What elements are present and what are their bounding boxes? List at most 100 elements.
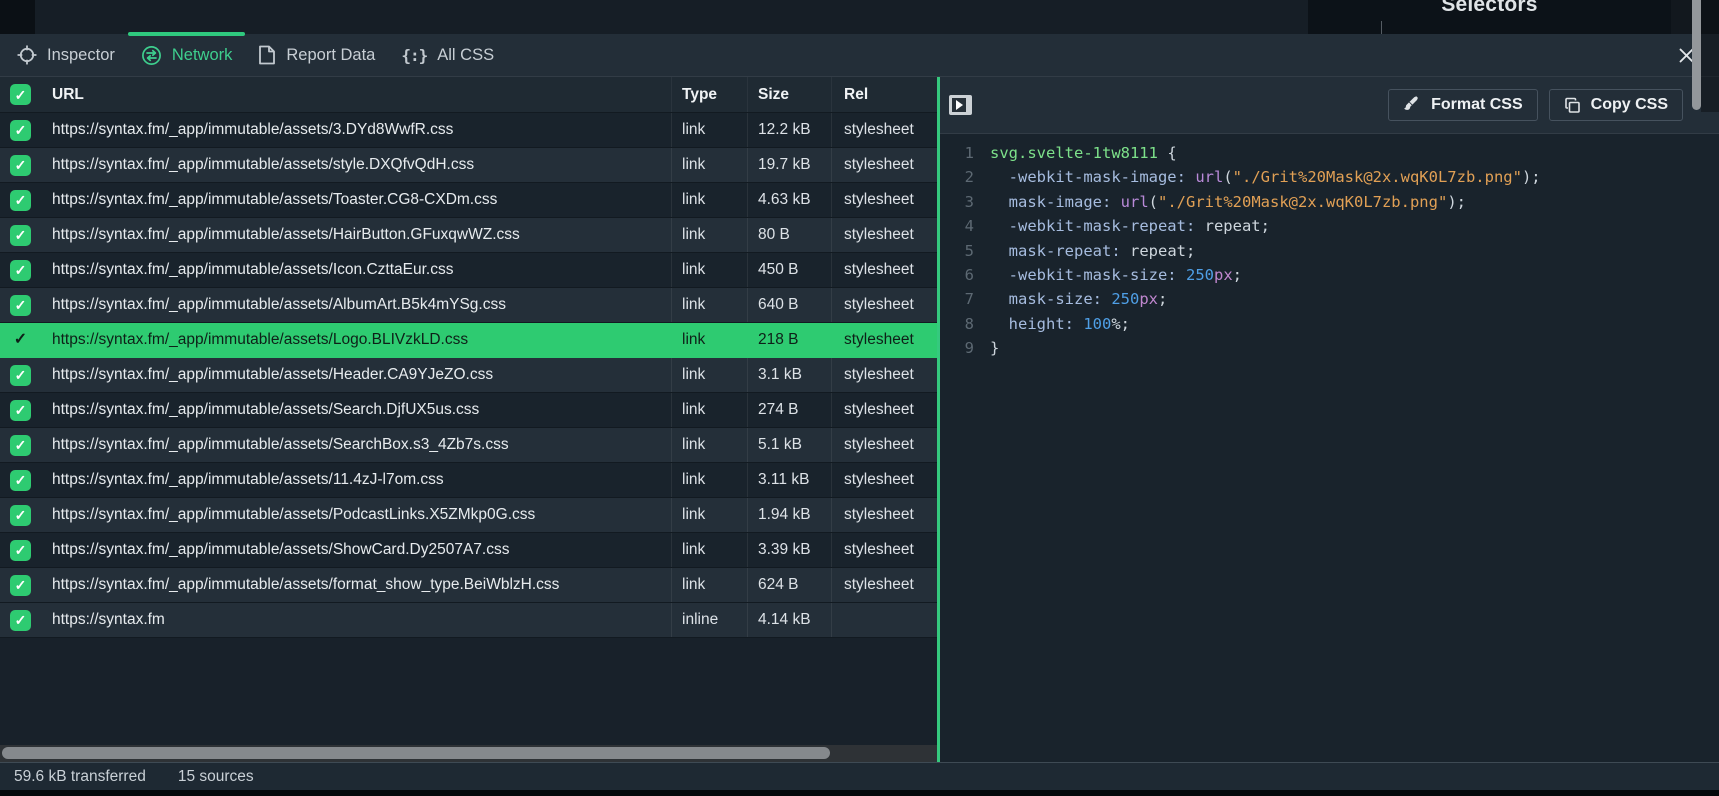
table-row[interactable]: ✓https://syntax.fm/_app/immutable/assets… bbox=[0, 568, 937, 603]
table-row[interactable]: ✓https://syntax.fm/_app/immutable/assets… bbox=[0, 393, 937, 428]
expand-panel-icon bbox=[952, 98, 966, 112]
tab-inspector[interactable]: Inspector bbox=[4, 34, 128, 76]
row-size: 218 B bbox=[747, 323, 831, 357]
row-rel: stylesheet bbox=[831, 498, 937, 532]
tab-all-css[interactable]: {:} All CSS bbox=[388, 34, 507, 76]
table-row[interactable]: ✓ https://syntax.fm/_app/immutable/assets… bbox=[0, 463, 937, 498]
row-checkbox-cell: ✓ bbox=[0, 365, 41, 386]
table-row[interactable]: ✓ https://syntax.fm/_app/immutable/assets… bbox=[0, 358, 937, 393]
vertical-scrollbar-thumb[interactable] bbox=[1692, 0, 1701, 110]
paintbrush-icon bbox=[1403, 96, 1421, 114]
line-number: 6 bbox=[948, 263, 974, 287]
code-line: 3 mask-image: url("./Grit%20Mask@2x.wqK0… bbox=[948, 190, 1719, 214]
row-checkbox[interactable]: ✓ bbox=[10, 330, 31, 351]
row-url: https://syntax.fm/_app/immutable/assets/… bbox=[41, 156, 671, 174]
row-rel: stylesheet bbox=[831, 323, 937, 357]
row-checkbox[interactable]: ✓ bbox=[10, 610, 31, 631]
row-url: https://syntax.fm/_app/immutable/assets/… bbox=[41, 471, 671, 489]
table-row[interactable]: ✓ https://syntax.fm/_app/immutable/assets… bbox=[0, 148, 937, 183]
css-viewer-toolbar: Format CSS Copy CSS bbox=[940, 77, 1719, 134]
table-row[interactable]: ✓https://syntax.fm/_app/immutable/assets… bbox=[0, 533, 937, 568]
line-number: 1 bbox=[948, 141, 974, 165]
row-type: link bbox=[671, 393, 747, 427]
row-checkbox-cell: ✓ bbox=[0, 225, 41, 246]
row-checkbox-cell: ✓ bbox=[0, 470, 41, 491]
table-row[interactable]: ✓https://syntax.fm/_app/immutable/assets… bbox=[0, 113, 937, 148]
network-icon bbox=[141, 45, 162, 66]
row-type: link bbox=[671, 533, 747, 567]
table-row[interactable]: ✓https://syntax.fm/_app/immutable/assets… bbox=[0, 253, 937, 288]
row-url: https://syntax.fm/_app/immutable/assets/… bbox=[41, 366, 671, 384]
row-type: link bbox=[671, 358, 747, 392]
table-row[interactable]: ✓https://syntax.fm/_app/immutable/assets… bbox=[0, 183, 937, 218]
table-row[interactable]: ✓ https://syntax.fm/_app/immutable/assets… bbox=[0, 288, 937, 323]
row-checkbox[interactable]: ✓ bbox=[10, 505, 31, 526]
table-row[interactable]: ✓https://syntax.fm/_app/immutable/assets… bbox=[0, 218, 937, 253]
devtools-panel: Inspector Network bbox=[0, 34, 1719, 790]
row-size: 3.11 kB bbox=[747, 463, 831, 497]
check-icon: ✓ bbox=[15, 158, 27, 172]
table-empty-area bbox=[0, 638, 937, 745]
code-line: 7 mask-size: 250px; bbox=[948, 287, 1719, 311]
code-line: 9} bbox=[948, 336, 1719, 360]
copy-css-button[interactable]: Copy CSS bbox=[1549, 89, 1683, 121]
row-url: https://syntax.fm/_app/immutable/assets/… bbox=[41, 296, 671, 314]
row-checkbox[interactable]: ✓ bbox=[10, 155, 31, 176]
table-row[interactable]: ✓https://syntax.fm/_app/immutable/assets… bbox=[0, 428, 937, 463]
row-size: 4.63 kB bbox=[747, 183, 831, 217]
row-rel: stylesheet bbox=[831, 533, 937, 567]
row-rel: stylesheet bbox=[831, 218, 937, 252]
header-checkbox[interactable]: ✓ bbox=[10, 84, 31, 105]
network-table-panel: ✓ URL Type Size Rel ✓https://syntax.fm/_… bbox=[0, 77, 937, 762]
row-checkbox[interactable]: ✓ bbox=[10, 435, 31, 456]
css-source-view: 1svg.svelte-1tw8111 {2 -webkit-mask-imag… bbox=[940, 134, 1719, 762]
row-size: 624 B bbox=[747, 568, 831, 602]
table-row[interactable]: ✓https://syntax.fm/_app/immutable/assets… bbox=[0, 498, 937, 533]
table-body: ✓ https://syntax.fm/_app/immutable/assets… bbox=[0, 113, 937, 638]
row-checkbox[interactable]: ✓ bbox=[10, 260, 31, 281]
row-checkbox[interactable]: ✓ bbox=[10, 400, 31, 421]
code-text: -webkit-mask-image: url("./Grit%20Mask@2… bbox=[990, 165, 1541, 189]
code-text: mask-repeat: repeat; bbox=[990, 239, 1195, 263]
copy-css-label: Copy CSS bbox=[1591, 96, 1668, 114]
row-size: 12.2 kB bbox=[747, 113, 831, 147]
code-text: mask-size: 250px; bbox=[990, 287, 1167, 311]
row-size: 274 B bbox=[747, 393, 831, 427]
transferred-total: 59.6 kB transferred bbox=[14, 768, 146, 786]
line-number: 4 bbox=[948, 214, 974, 238]
check-icon: ✓ bbox=[15, 193, 27, 207]
row-checkbox[interactable]: ✓ bbox=[10, 575, 31, 596]
page-left-dark-region bbox=[0, 0, 35, 34]
row-rel: stylesheet bbox=[831, 253, 937, 287]
page-bottom-strip bbox=[0, 790, 1719, 796]
format-css-button[interactable]: Format CSS bbox=[1388, 89, 1538, 121]
check-icon: ✓ bbox=[15, 438, 27, 452]
row-checkbox[interactable]: ✓ bbox=[10, 295, 31, 316]
status-bar: 59.6 kB transferred 15 sources bbox=[0, 762, 1719, 790]
row-checkbox[interactable]: ✓ bbox=[10, 190, 31, 211]
horizontal-scrollbar-thumb[interactable] bbox=[2, 747, 830, 759]
check-icon: ✓ bbox=[15, 613, 27, 627]
row-checkbox[interactable]: ✓ bbox=[10, 365, 31, 386]
expand-panel-button[interactable] bbox=[949, 95, 972, 115]
row-checkbox[interactable]: ✓ bbox=[10, 225, 31, 246]
check-icon: ✓ bbox=[15, 368, 27, 382]
row-checkbox[interactable]: ✓ bbox=[10, 120, 31, 141]
tab-network[interactable]: Network bbox=[128, 34, 246, 76]
css-viewer-panel: Format CSS Copy CSS 1svg.svelte-1tw8111 … bbox=[940, 77, 1719, 762]
row-checkbox[interactable]: ✓ bbox=[10, 470, 31, 491]
sources-count: 15 sources bbox=[178, 768, 254, 786]
code-line: 6 -webkit-mask-size: 250px; bbox=[948, 263, 1719, 287]
row-type: inline bbox=[671, 603, 747, 637]
row-type: link bbox=[671, 218, 747, 252]
code-text: height: 100%; bbox=[990, 312, 1130, 336]
row-checkbox-cell: ✓ bbox=[0, 120, 41, 141]
line-number: 2 bbox=[948, 165, 974, 189]
all-css-icon: {:} bbox=[401, 46, 427, 65]
row-checkbox[interactable]: ✓ bbox=[10, 540, 31, 561]
table-row[interactable]: ✓https://syntax.fminline4.14 kB bbox=[0, 603, 937, 638]
tab-report-data[interactable]: Report Data bbox=[245, 34, 388, 76]
table-row[interactable]: ✓https://syntax.fm/_app/immutable/assets… bbox=[0, 323, 937, 358]
row-size: 3.1 kB bbox=[747, 358, 831, 392]
copy-icon bbox=[1564, 97, 1581, 114]
